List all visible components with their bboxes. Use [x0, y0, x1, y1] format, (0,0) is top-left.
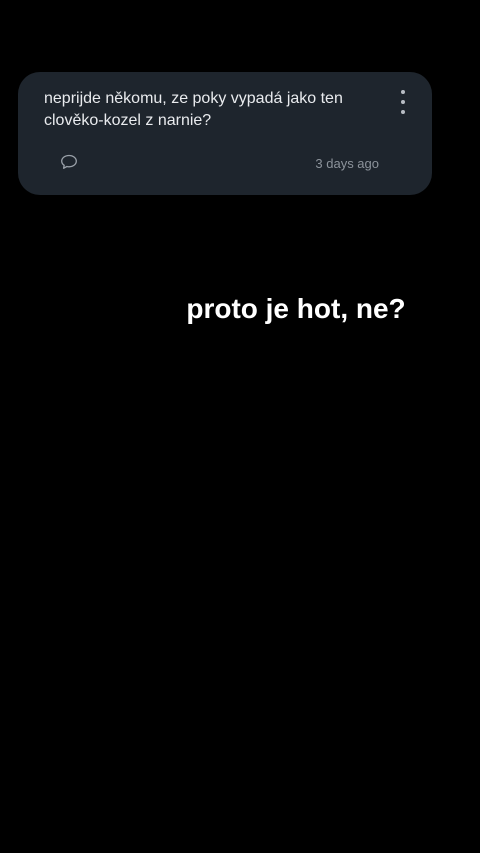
question-card[interactable]: neprijde někomu, ze poky vypadá jako ten…	[18, 72, 432, 195]
kebab-dot	[401, 90, 405, 94]
question-timestamp: 3 days ago	[315, 156, 379, 171]
kebab-dot	[401, 100, 405, 104]
kebab-dot	[401, 110, 405, 114]
answer-caption: proto je hot, ne?	[177, 287, 415, 331]
question-text: neprijde někomu, ze poky vypadá jako ten…	[44, 90, 343, 129]
more-vertical-icon[interactable]	[398, 90, 408, 114]
comment-bubble-icon[interactable]	[60, 154, 78, 170]
